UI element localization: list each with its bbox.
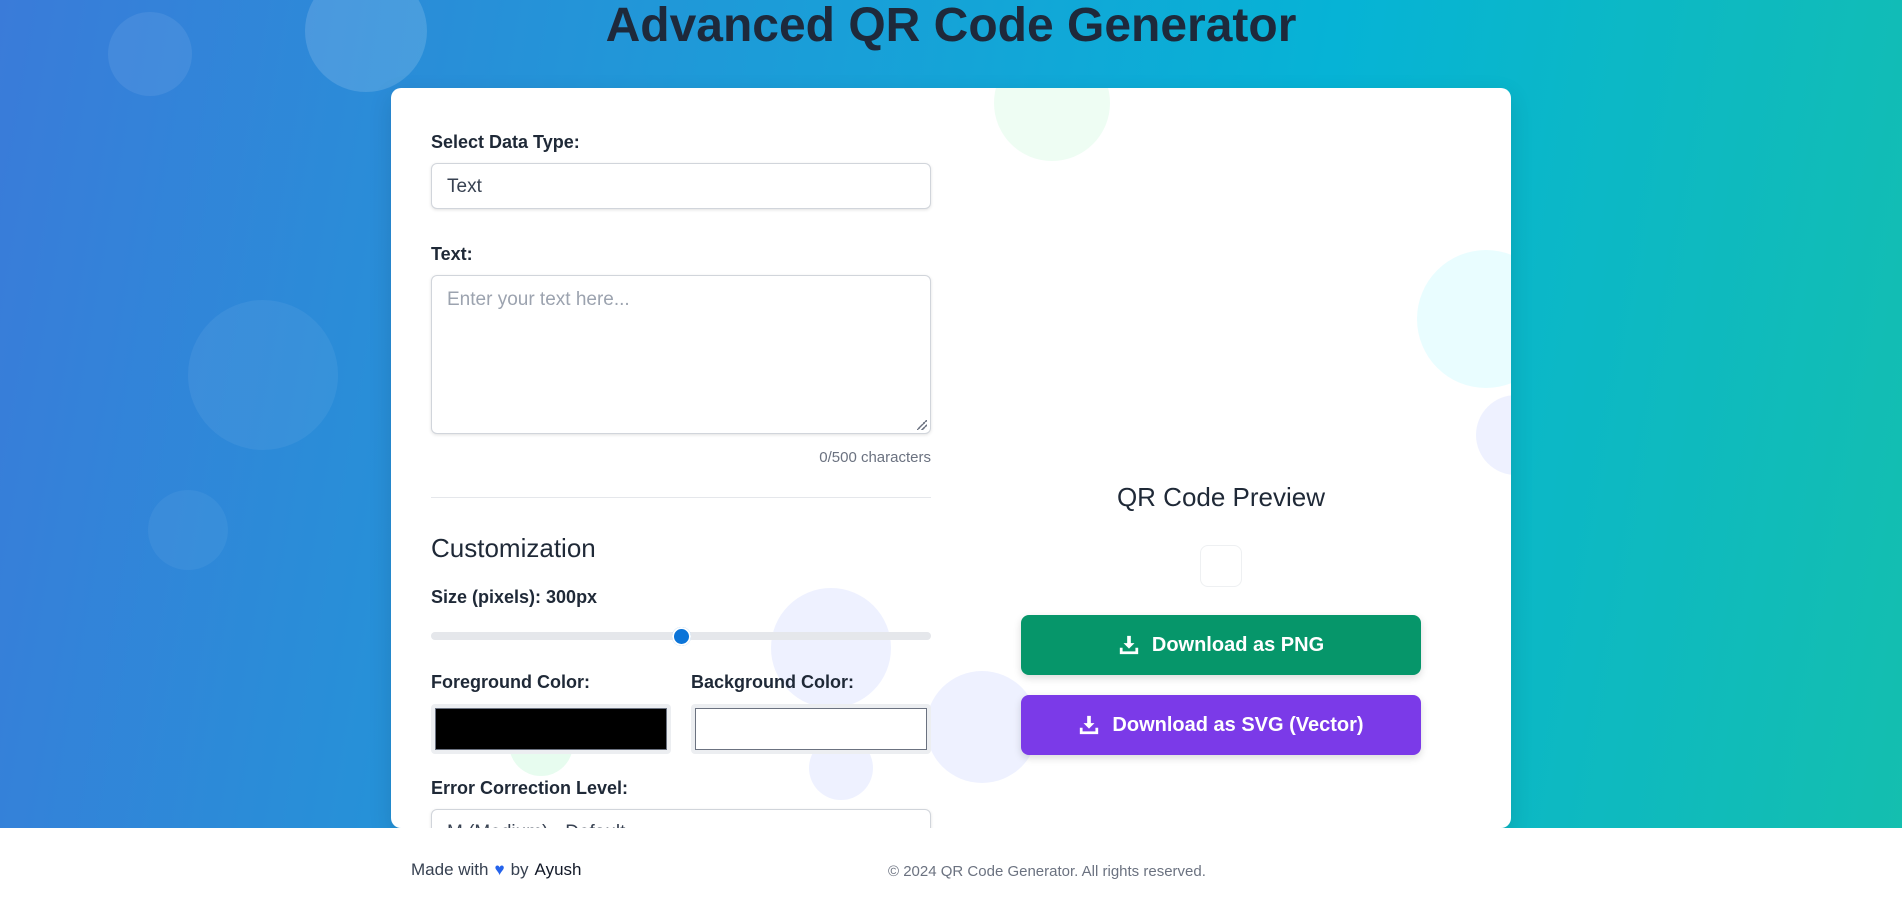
background-color-picker[interactable] — [691, 704, 931, 754]
customization-heading: Customization — [431, 533, 596, 563]
download-icon — [1119, 635, 1139, 655]
qr-code-preview — [1200, 545, 1242, 587]
text-label: Text: — [431, 244, 473, 264]
resize-handle-icon[interactable] — [917, 420, 927, 430]
char-counter: 0/500 characters — [819, 449, 931, 466]
download-icon — [1080, 715, 1099, 735]
foreground-color-swatch — [435, 708, 667, 750]
error-correction-select[interactable]: M (Medium) - Default — [431, 809, 931, 828]
data-type-select[interactable]: Text — [431, 163, 931, 209]
size-label: Size (pixels): 300px — [431, 587, 598, 607]
download-png-button[interactable]: Download as PNG — [1021, 615, 1421, 675]
error-correction-label: Error Correction Level: — [431, 778, 629, 798]
download-svg-button[interactable]: Download as SVG (Vector) — [1021, 695, 1421, 755]
decorative-bubble — [188, 300, 338, 450]
made-with-credit: Made with ♥ by Ayush — [411, 860, 582, 880]
page-title: Advanced QR Code Generator — [605, 0, 1297, 52]
download-svg-label: Download as SVG (Vector) — [1112, 713, 1364, 736]
by-text: by — [510, 860, 529, 879]
section-divider — [431, 497, 931, 498]
decorative-bubble — [994, 88, 1110, 161]
text-input-placeholder: Enter your text here... — [447, 289, 630, 310]
decorative-bubble — [1417, 250, 1511, 388]
preview-title: QR Code Preview — [1116, 482, 1326, 512]
background-color-swatch — [695, 708, 927, 750]
download-png-label: Download as PNG — [1151, 633, 1325, 656]
heart-icon: ♥ — [494, 860, 505, 879]
generator-card: Select Data Type: Text Text: Enter your … — [391, 88, 1511, 828]
author-name: Ayush — [534, 860, 582, 879]
made-with-text: Made with — [411, 860, 489, 879]
text-input[interactable]: Enter your text here... — [431, 275, 931, 434]
decorative-bubble — [148, 490, 228, 570]
data-type-label: Select Data Type: — [431, 132, 580, 152]
foreground-color-label: Foreground Color: — [431, 672, 590, 692]
background-color-label: Background Color: — [691, 672, 855, 692]
size-slider-thumb[interactable] — [671, 627, 691, 646]
footer: Made with ♥ by Ayush © 2024 QR Code Gene… — [0, 828, 1902, 907]
decorative-bubble — [1476, 395, 1511, 475]
foreground-color-picker[interactable] — [431, 704, 671, 754]
copyright-text: © 2024 QR Code Generator. All rights res… — [888, 863, 1206, 880]
